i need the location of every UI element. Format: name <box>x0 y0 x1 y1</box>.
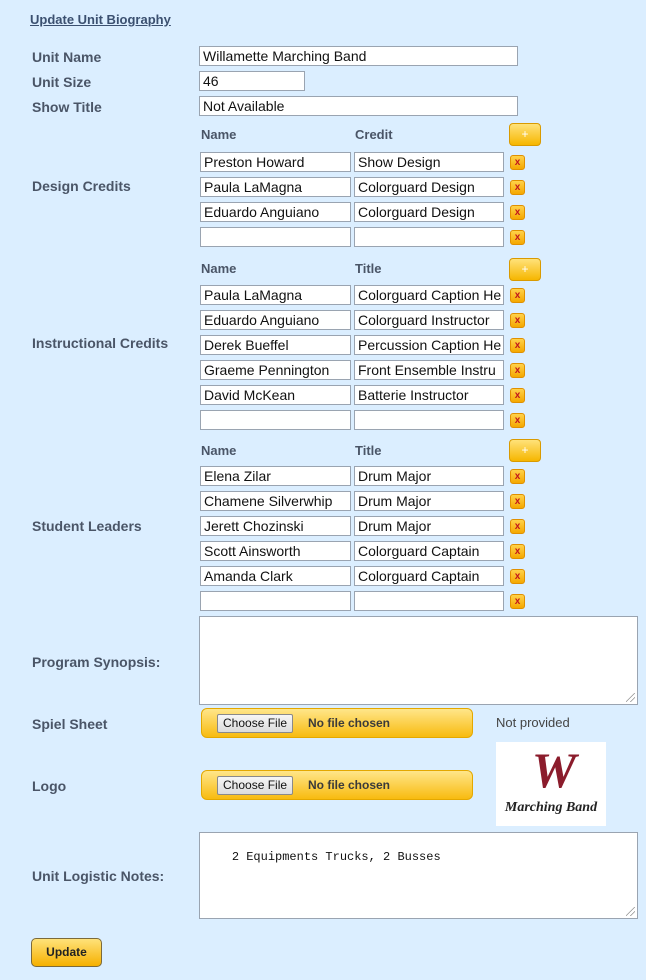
instructional-credit-title-input[interactable]: Percussion Caption He <box>354 335 504 355</box>
spiel-sheet-label: Spiel Sheet <box>32 716 108 732</box>
design-credits-name-header: Name <box>201 127 237 142</box>
instructional-credits-title-header: Title <box>355 261 382 276</box>
unit-size-label: Unit Size <box>32 74 92 90</box>
program-synopsis-label: Program Synopsis: <box>32 654 161 670</box>
spiel-sheet-choose-file-button[interactable]: Choose File <box>217 714 294 733</box>
logo-letter: W <box>531 742 576 798</box>
student-leaders-label: Student Leaders <box>32 518 142 534</box>
design-credit-name-input[interactable]: Eduardo Anguiano <box>200 202 351 222</box>
design-credit-name-input[interactable] <box>200 227 351 247</box>
remove-student-leader-button[interactable]: x <box>510 494 525 509</box>
remove-design-credit-button[interactable]: x <box>510 155 525 170</box>
instructional-credit-name-input[interactable]: Eduardo Anguiano <box>200 310 351 330</box>
student-leader-name-input[interactable] <box>200 591 351 611</box>
student-leader-name-input[interactable]: Elena Zilar <box>200 466 351 486</box>
student-leaders-title-header: Title <box>355 443 382 458</box>
update-button[interactable]: Update <box>31 938 102 967</box>
design-credit-value-input[interactable]: Show Design <box>354 152 504 172</box>
remove-design-credit-button[interactable]: x <box>510 230 525 245</box>
add-student-leader-button[interactable]: + <box>509 439 541 462</box>
instructional-credit-name-input[interactable]: David McKean <box>200 385 351 405</box>
add-instructional-credit-button[interactable]: + <box>509 258 541 281</box>
instructional-credits-name-header: Name <box>201 261 237 276</box>
instructional-credit-title-input[interactable]: Colorguard Caption Hе <box>354 285 504 305</box>
instructional-credit-title-input[interactable] <box>354 410 504 430</box>
student-leader-name-input[interactable]: Amanda Clark <box>200 566 351 586</box>
logo-label: Logo <box>32 778 67 794</box>
unit-name-label: Unit Name <box>32 49 102 65</box>
instructional-credit-title-input[interactable]: Front Ensemble Instru <box>354 360 504 380</box>
design-credit-value-input[interactable]: Colorguard Design <box>354 177 504 197</box>
instructional-credit-name-input[interactable]: Graeme Pennington <box>200 360 351 380</box>
student-leader-name-input[interactable]: Jerett Chozinski <box>200 516 351 536</box>
student-leader-title-input[interactable]: Colorguard Captain <box>354 541 504 561</box>
logo-file-input[interactable]: Choose File No file chosen <box>201 770 473 800</box>
show-title-input[interactable]: Not Available <box>199 96 518 116</box>
design-credit-value-input[interactable] <box>354 227 504 247</box>
instructional-credit-name-input[interactable]: Derek Bueffel <box>200 335 351 355</box>
unit-biography-form: Update Unit Biography Unit Name Willamet… <box>0 0 646 980</box>
unit-logo-image: W Marching Band <box>496 742 606 826</box>
logistic-notes-label: Unit Logistic Notes: <box>32 868 165 884</box>
remove-student-leader-button[interactable]: x <box>510 519 525 534</box>
student-leader-title-input[interactable]: Drum Major <box>354 491 504 511</box>
student-leader-title-input[interactable] <box>354 591 504 611</box>
student-leader-title-input[interactable]: Drum Major <box>354 466 504 486</box>
student-leader-name-input[interactable]: Chamene Silverwhip <box>200 491 351 511</box>
spiel-sheet-current-status: Not provided <box>496 715 570 730</box>
logistic-notes-textarea[interactable]: 2 Equipments Trucks, 2 Busses <box>199 832 638 919</box>
student-leader-title-input[interactable]: Colorguard Captain <box>354 566 504 586</box>
remove-instructional-credit-button[interactable]: x <box>510 338 525 353</box>
unit-name-input[interactable]: Willamette Marching Band <box>199 46 518 66</box>
remove-student-leader-button[interactable]: x <box>510 544 525 559</box>
remove-instructional-credit-button[interactable]: x <box>510 363 525 378</box>
remove-instructional-credit-button[interactable]: x <box>510 288 525 303</box>
spiel-sheet-file-status: No file chosen <box>308 716 391 730</box>
remove-student-leader-button[interactable]: x <box>510 569 525 584</box>
remove-instructional-credit-button[interactable]: x <box>510 313 525 328</box>
instructional-credit-title-input[interactable]: Colorguard Instructor <box>354 310 504 330</box>
logo-choose-file-button[interactable]: Choose File <box>217 776 294 795</box>
logo-text: Marching Band <box>504 800 598 815</box>
remove-instructional-credit-button[interactable]: x <box>510 388 525 403</box>
student-leaders-name-header: Name <box>201 443 237 458</box>
remove-student-leader-button[interactable]: x <box>510 594 525 609</box>
design-credits-label: Design Credits <box>32 178 131 194</box>
spiel-sheet-file-input[interactable]: Choose File No file chosen <box>201 708 473 738</box>
resize-grip-icon[interactable] <box>626 907 635 916</box>
resize-grip-icon[interactable] <box>626 693 635 702</box>
design-credit-name-input[interactable]: Preston Howard <box>200 152 351 172</box>
unit-size-input[interactable]: 46 <box>199 71 305 91</box>
page-title-link[interactable]: Update Unit Biography <box>30 12 171 27</box>
remove-design-credit-button[interactable]: x <box>510 180 525 195</box>
instructional-credit-name-input[interactable] <box>200 410 351 430</box>
student-leader-title-input[interactable]: Drum Major <box>354 516 504 536</box>
instructional-credit-name-input[interactable]: Paula LaMagna <box>200 285 351 305</box>
design-credit-value-input[interactable]: Colorguard Design <box>354 202 504 222</box>
design-credit-name-input[interactable]: Paula LaMagna <box>200 177 351 197</box>
instructional-credits-label: Instructional Credits <box>32 335 169 351</box>
add-design-credit-button[interactable]: + <box>509 123 541 146</box>
logo-file-status: No file chosen <box>308 778 391 792</box>
logistic-notes-text: 2 Equipments Trucks, 2 Busses <box>231 850 441 864</box>
instructional-credit-title-input[interactable]: Batterie Instructor <box>354 385 504 405</box>
show-title-label: Show Title <box>32 99 102 115</box>
remove-student-leader-button[interactable]: x <box>510 469 525 484</box>
remove-instructional-credit-button[interactable]: x <box>510 413 525 428</box>
student-leader-name-input[interactable]: Scott Ainsworth <box>200 541 351 561</box>
design-credits-credit-header: Credit <box>355 127 393 142</box>
remove-design-credit-button[interactable]: x <box>510 205 525 220</box>
program-synopsis-textarea[interactable] <box>199 616 638 705</box>
